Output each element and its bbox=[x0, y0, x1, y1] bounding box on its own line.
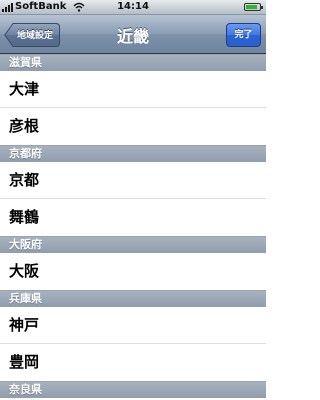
section-header: 滋賀県 bbox=[0, 54, 266, 71]
list-item[interactable]: 神戸 bbox=[0, 307, 266, 344]
list-item[interactable]: 大津 bbox=[0, 71, 266, 108]
navigation-bar: 地域設定 近畿 完了 bbox=[0, 15, 266, 54]
battery-icon bbox=[244, 3, 263, 11]
battery-level bbox=[246, 5, 258, 9]
list-item[interactable]: 大阪 bbox=[0, 253, 266, 290]
done-button[interactable]: 完了 bbox=[226, 23, 261, 47]
section-header: 大阪府 bbox=[0, 236, 266, 253]
list-item[interactable]: 京都 bbox=[0, 162, 266, 199]
iphone-screen: SoftBank 14:14 地域設定 近畿 完了 滋賀県 大津 彦根 京都府 … bbox=[0, 0, 266, 400]
status-bar: SoftBank 14:14 bbox=[0, 0, 266, 15]
list-item[interactable]: 舞鶴 bbox=[0, 199, 266, 236]
section-header: 兵庫県 bbox=[0, 290, 266, 307]
list-item[interactable]: 彦根 bbox=[0, 108, 266, 145]
section-header: 京都府 bbox=[0, 145, 266, 162]
section-header: 奈良県 bbox=[0, 381, 266, 398]
city-list: 滋賀県 大津 彦根 京都府 京都 舞鶴 大阪府 大阪 兵庫県 神戸 豊岡 奈良県 bbox=[0, 54, 266, 398]
list-item[interactable]: 豊岡 bbox=[0, 344, 266, 381]
status-time: 14:14 bbox=[117, 1, 149, 12]
